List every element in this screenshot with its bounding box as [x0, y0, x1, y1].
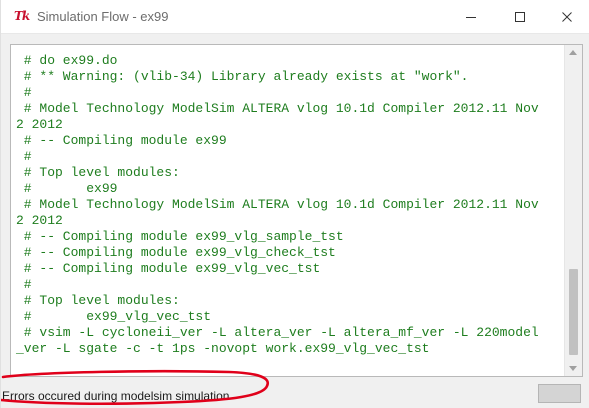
transcript-line: # ex99_vlg_vec_tst — [16, 309, 212, 324]
transcript-line: # — [16, 149, 32, 164]
transcript-line: # ex99 — [16, 181, 118, 196]
transcript-line: 2 2012 — [16, 213, 63, 228]
close-button[interactable] — [544, 0, 589, 33]
transcript-line: # -- Compiling module ex99_vlg_vec_tst — [16, 261, 321, 276]
close-icon — [562, 12, 572, 22]
transcript-line: # vsim -L cycloneii_ver -L altera_ver -L… — [16, 325, 539, 340]
transcript-line: _ver -L sgate -c -t 1ps -novopt work.ex9… — [16, 341, 430, 356]
maximize-button[interactable] — [497, 0, 543, 33]
transcript-line: # Model Technology ModelSim ALTERA vlog … — [16, 197, 539, 212]
simulation-flow-window: Tk Simulation Flow - ex99 # do ex99.do #… — [0, 0, 589, 408]
scroll-down-icon[interactable] — [569, 366, 577, 371]
transcript-log: # do ex99.do # ** Warning: (vlib-34) Lib… — [16, 53, 566, 357]
window-title: Simulation Flow - ex99 — [37, 9, 169, 24]
transcript-line: # -- Compiling module ex99_vlg_sample_ts… — [16, 229, 344, 244]
status-action-button[interactable] — [538, 384, 581, 403]
transcript-line: 2 2012 — [16, 117, 63, 132]
transcript-line: # — [16, 277, 32, 292]
transcript-line: # Top level modules: — [16, 165, 180, 180]
simulation-output-pane[interactable]: # do ex99.do # ** Warning: (vlib-34) Lib… — [10, 44, 583, 377]
transcript-line: # Top level modules: — [16, 293, 180, 308]
vertical-scrollbar[interactable] — [564, 45, 582, 376]
status-bar: Errors occured during modelsim simulatio… — [1, 382, 589, 408]
transcript-line: # — [16, 85, 32, 100]
title-bar[interactable]: Tk Simulation Flow - ex99 — [1, 0, 589, 34]
transcript-line: # do ex99.do — [16, 53, 118, 68]
transcript-line: # ** Warning: (vlib-34) Library already … — [16, 69, 469, 84]
scroll-up-icon[interactable] — [569, 50, 577, 55]
status-message: Errors occured during modelsim simulatio… — [2, 389, 230, 403]
maximize-icon — [515, 12, 525, 22]
scrollbar-thumb[interactable] — [569, 269, 578, 355]
minimize-icon — [466, 17, 476, 18]
transcript-line: # -- Compiling module ex99 — [16, 133, 227, 148]
transcript-line: # Model Technology ModelSim ALTERA vlog … — [16, 101, 539, 116]
minimize-button[interactable] — [448, 0, 494, 33]
transcript-line: # -- Compiling module ex99_vlg_check_tst — [16, 245, 336, 260]
tk-app-icon: Tk — [14, 9, 30, 23]
